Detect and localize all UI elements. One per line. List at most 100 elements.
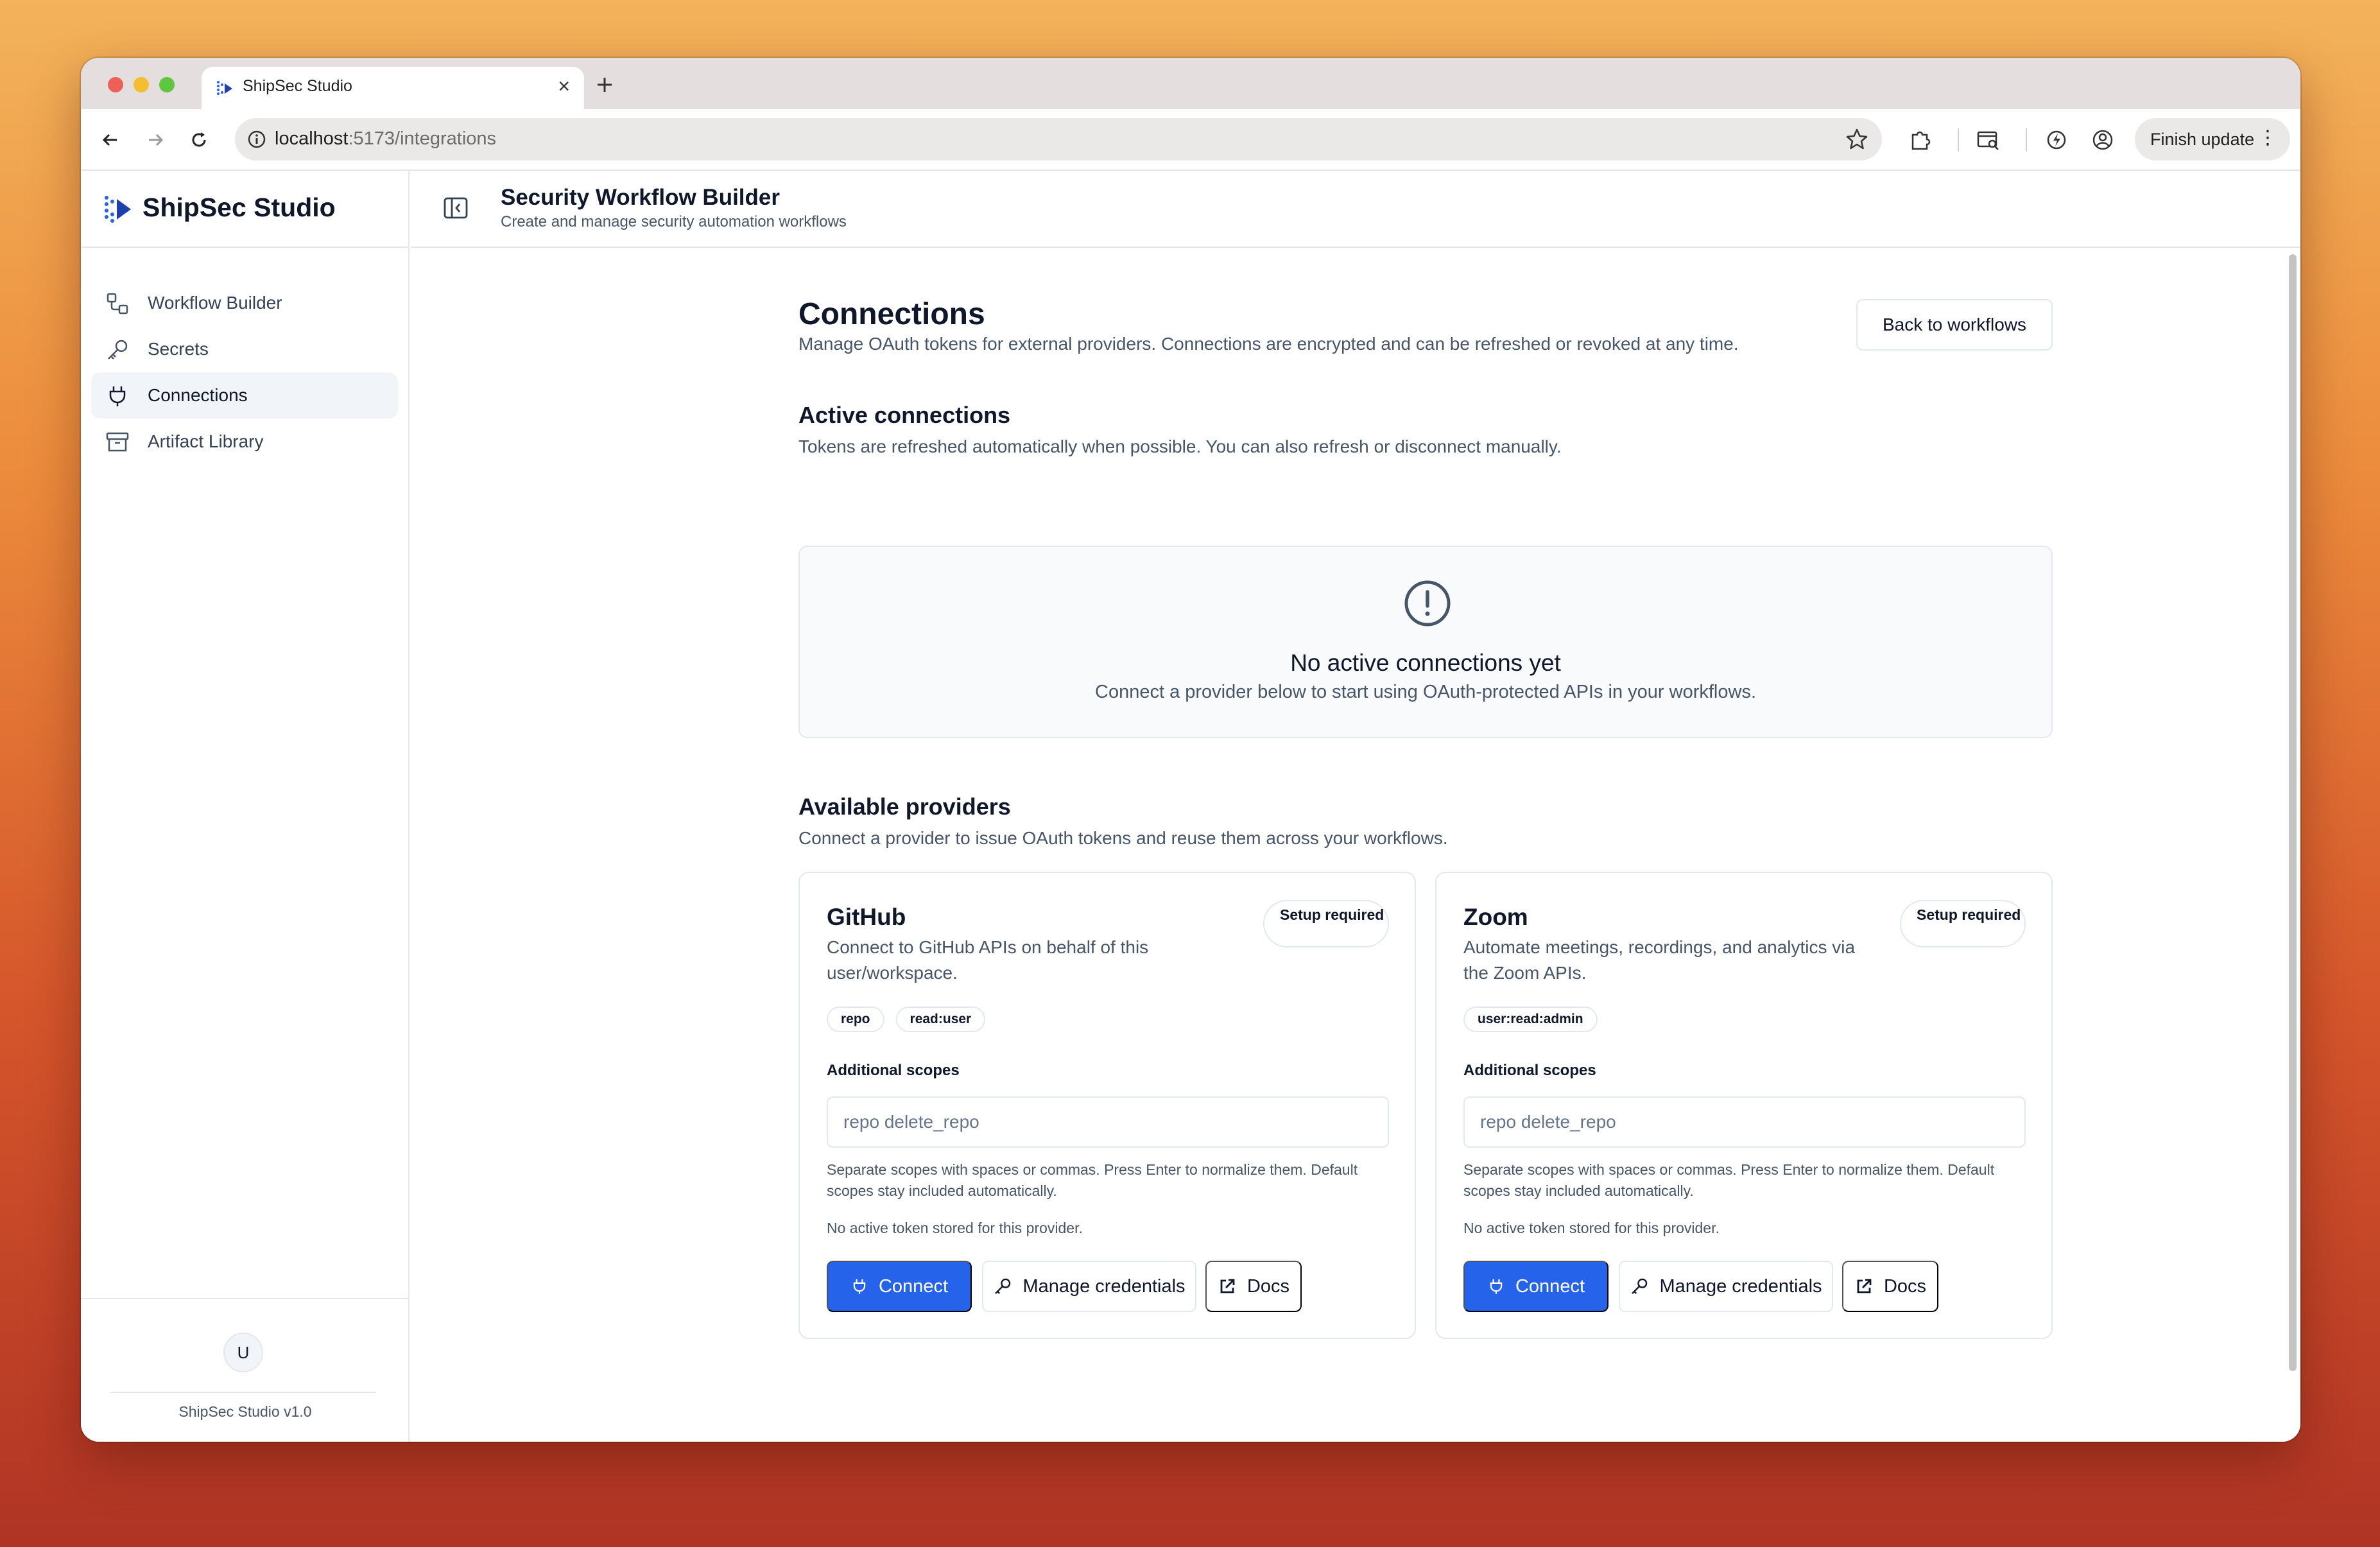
active-connections-title: Active connections: [798, 402, 1011, 428]
brand[interactable]: ShipSec Studio: [81, 171, 410, 248]
header-title: Security Workflow Builder: [501, 185, 780, 210]
shipsec-favicon-icon: [217, 81, 232, 95]
sidebar-item-workflow-builder[interactable]: Workflow Builder: [91, 280, 398, 326]
external-link-icon: [1857, 1279, 1872, 1293]
status-badge: Setup required: [1900, 900, 2026, 947]
token-status: No active token stored for this provider…: [1463, 1220, 1720, 1236]
toolbar-divider: [1958, 128, 1959, 151]
sidebar-item-artifact-library[interactable]: Artifact Library: [91, 419, 398, 465]
scopes-help-text: Separate scopes with spaces or commas. P…: [1463, 1161, 1995, 1199]
empty-state-description: Connect a provider below to start using …: [1095, 682, 1756, 702]
tab-strip: ShipSec Studio ×: [81, 58, 2300, 109]
connect-button[interactable]: Connect: [827, 1261, 972, 1312]
scope-chip: user:read:admin: [1463, 1007, 1598, 1032]
scopes-label: Additional scopes: [827, 1062, 960, 1079]
docs-label: Docs: [1246, 1275, 1290, 1297]
new-tab-button[interactable]: [515, 68, 612, 100]
external-link-icon: [1220, 1279, 1235, 1293]
browser-toolbar: localhost:5173/integrations Finish updat…: [81, 109, 2300, 171]
provider-description: Connect to GitHub APIs on behalf of this…: [827, 937, 1149, 983]
docs-link[interactable]: Docs: [1842, 1261, 1938, 1312]
page-header: Security Workflow Builder Create and man…: [411, 171, 2300, 1339]
key-icon: [995, 1278, 1011, 1294]
additional-scopes-input[interactable]: [1463, 1096, 2026, 1148]
scopes-help-text: Separate scopes with spaces or commas. P…: [827, 1161, 1358, 1199]
toolbar-divider: [2026, 128, 2027, 151]
close-window-button[interactable]: [108, 77, 123, 92]
scrollbar-thumb[interactable]: [2289, 254, 2297, 1371]
docs-label: Docs: [1883, 1275, 1927, 1297]
avatar[interactable]: U: [223, 1333, 263, 1372]
connect-label: Connect: [1515, 1275, 1585, 1297]
provider-actions: Connect Manage credentials Docs: [827, 1261, 1404, 1312]
plug-icon: [853, 1279, 866, 1294]
plus-icon: [598, 78, 612, 92]
manage-credentials-button[interactable]: Manage credentials: [1619, 1261, 1833, 1312]
back-nav-button[interactable]: [95, 125, 126, 155]
empty-connections-state: No active connections yet Connect a prov…: [798, 546, 2053, 738]
finish-update-label: Finish update: [2150, 129, 2255, 149]
header-subtitle: Create and manage security automation wo…: [501, 213, 847, 230]
divider: [110, 1392, 376, 1393]
page-description: Manage OAuth tokens for external provide…: [798, 334, 1739, 354]
workflow-icon: [107, 293, 128, 315]
brand-name: ShipSec Studio: [142, 193, 336, 222]
energy-icon: [2047, 130, 2066, 150]
url-text: localhost:5173/integrations: [275, 128, 497, 149]
reload-button[interactable]: [184, 125, 214, 155]
reload-icon: [192, 132, 206, 147]
empty-state-title: No active connections yet: [1290, 650, 1561, 676]
more-vert-icon: ⋮: [2258, 127, 2277, 148]
address-bar[interactable]: localhost:5173/integrations: [235, 118, 1882, 160]
close-tab-icon[interactable]: ×: [558, 74, 570, 98]
sidebar-footer: U ShipSec Studio v1.0: [81, 1298, 410, 1442]
available-providers-title: Available providers: [798, 793, 1011, 820]
info-icon[interactable]: [246, 129, 267, 150]
bookmark-star-icon[interactable]: [1845, 127, 1869, 151]
key-icon: [108, 340, 128, 359]
sidebar-item-secrets[interactable]: Secrets: [91, 326, 398, 372]
shipsec-logo-icon: [105, 196, 131, 223]
sidebar-item-label: Connections: [148, 385, 248, 405]
maximize-window-button[interactable]: [159, 77, 175, 92]
tab-search-button[interactable]: [1974, 126, 2003, 154]
provider-actions: Connect Manage credentials Docs: [1463, 1261, 2041, 1312]
back-to-workflows-button[interactable]: Back to workflows: [1856, 299, 2053, 350]
performance-button[interactable]: [2042, 126, 2071, 154]
sidebar: ShipSec Studio Workflow Builder Secrets …: [81, 171, 410, 1442]
browser-window: ShipSec Studio × localhost:5173/integrat…: [81, 58, 2300, 1442]
provider-name: Zoom: [1463, 904, 1528, 930]
manage-label: Manage credentials: [1022, 1275, 1186, 1297]
plug-icon: [109, 386, 126, 406]
key-icon: [1632, 1278, 1648, 1294]
finish-update-button[interactable]: Finish update ⋮: [2135, 118, 2290, 160]
connect-button[interactable]: Connect: [1463, 1261, 1608, 1312]
manage-label: Manage credentials: [1659, 1275, 1822, 1297]
plug-icon: [1490, 1279, 1503, 1294]
sidebar-collapse-icon[interactable]: [442, 194, 470, 222]
tab-title: ShipSec Studio: [243, 77, 352, 95]
minimize-window-button[interactable]: [134, 77, 149, 92]
status-badge: Setup required: [1263, 900, 1389, 947]
profile-icon: [2092, 130, 2113, 150]
tab-search-icon: [1977, 131, 1999, 150]
available-providers-description: Connect a provider to issue OAuth tokens…: [798, 828, 1448, 848]
sidebar-item-label: Artifact Library: [148, 431, 264, 451]
forward-nav-button[interactable]: [140, 125, 171, 155]
default-scopes: user:read:admin: [1463, 1007, 1598, 1032]
sidebar-item-label: Workflow Builder: [148, 293, 282, 313]
docs-link[interactable]: Docs: [1205, 1261, 1302, 1312]
arrow-right-icon: [149, 134, 164, 146]
alert-circle-icon: [1404, 580, 1451, 627]
sidebar-item-label: Secrets: [148, 339, 209, 359]
manage-credentials-button[interactable]: Manage credentials: [982, 1261, 1196, 1312]
puzzle-icon: [1911, 131, 1931, 150]
profile-button[interactable]: [2089, 126, 2117, 154]
additional-scopes-input[interactable]: [827, 1096, 1389, 1148]
sidebar-item-connections[interactable]: Connections: [91, 372, 398, 419]
extensions-button[interactable]: [1906, 126, 1935, 154]
arrow-left-icon: [102, 134, 117, 146]
page-title: Connections: [798, 297, 985, 331]
app-version: ShipSec Studio v1.0: [178, 1403, 312, 1420]
sidebar-nav: Workflow Builder Secrets Connections Art…: [91, 280, 398, 465]
